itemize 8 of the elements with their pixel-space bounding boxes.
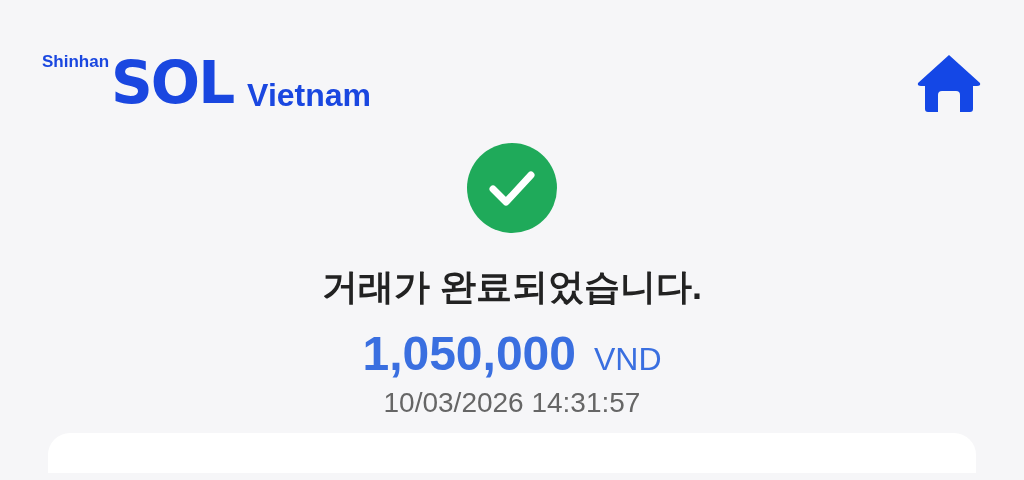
home-icon[interactable] bbox=[916, 53, 982, 113]
brand-logo: SOL bbox=[111, 54, 234, 112]
amount: 1,050,000 bbox=[362, 326, 576, 381]
brand-text: Vietnam bbox=[247, 77, 371, 114]
currency: VND bbox=[594, 341, 662, 378]
timestamp: 10/03/2026 14:31:57 bbox=[383, 387, 641, 419]
brand-text: Shinhan bbox=[42, 52, 110, 72]
status-message: 거래가 완료되었습니다. bbox=[322, 265, 702, 309]
